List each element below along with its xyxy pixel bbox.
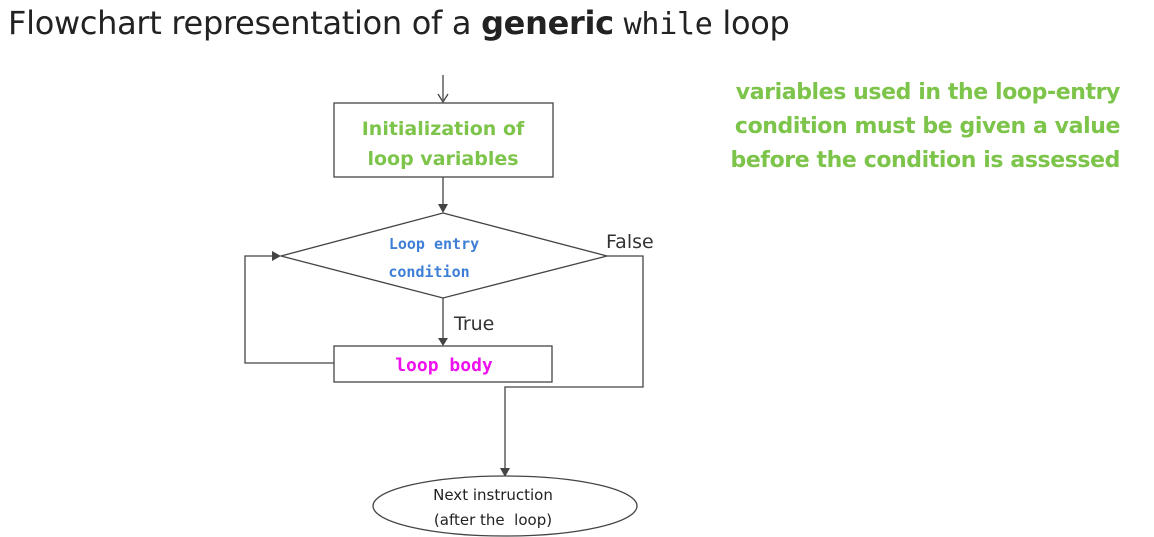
- loop-back-arrow-head: [272, 251, 281, 261]
- condition-line-2: condition: [388, 263, 469, 281]
- init-box-line-2: loop variables: [367, 148, 518, 170]
- condition-line-1: Loop entry: [389, 235, 479, 253]
- init-box-line-1: Initialization of: [362, 118, 525, 140]
- terminal-line-1: Next instruction: [433, 486, 553, 504]
- loop-back-path: [244, 255, 334, 364]
- true-label: True: [453, 313, 494, 335]
- true-path-arrow-head: [438, 338, 448, 346]
- loop-body-label: loop body: [395, 355, 493, 376]
- flowchart: Initialization of loop variables Loop en…: [244, 75, 654, 537]
- slide: Flowchart representation of a generic wh…: [0, 0, 1154, 537]
- terminal-line-2: (after the loop): [434, 511, 552, 529]
- condition-diamond: [278, 212, 610, 299]
- init-to-condition-arrow-head: [438, 204, 448, 213]
- false-label: False: [606, 231, 654, 253]
